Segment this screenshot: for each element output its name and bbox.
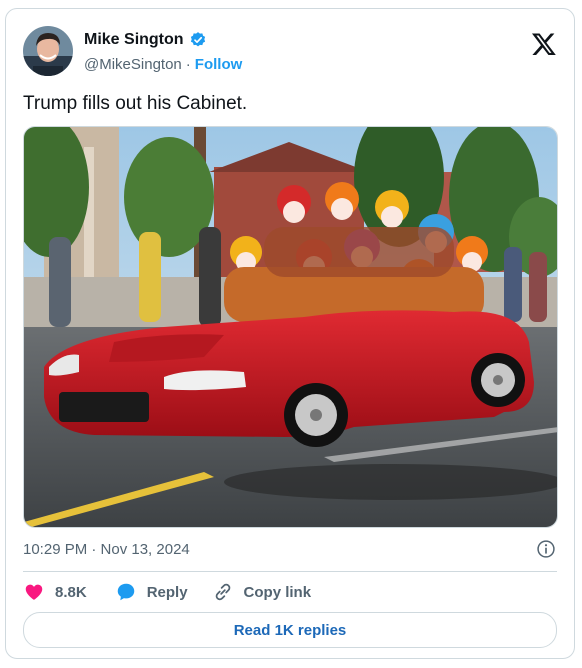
tweet-media-image[interactable]: [23, 126, 558, 528]
action-bar: 8.8K Reply Copy link: [23, 581, 311, 603]
speech-bubble-icon: [117, 583, 134, 601]
x-logo-icon[interactable]: [531, 31, 557, 57]
divider: [23, 571, 557, 572]
heart-icon: [25, 584, 43, 600]
copy-link-button[interactable]: Copy link: [212, 581, 312, 603]
reply-label: Reply: [146, 583, 188, 601]
verified-badge-icon: [190, 32, 205, 47]
follow-button[interactable]: Follow: [195, 56, 243, 73]
link-icon: [215, 583, 230, 601]
read-replies-button[interactable]: Read 1K replies: [23, 612, 557, 648]
avatar[interactable]: [23, 26, 73, 76]
tweet-card: Mike Sington @MikeSington · Follow Trump…: [5, 8, 575, 659]
tweet-text: Trump fills out his Cabinet.: [23, 93, 248, 114]
handle-separator: ·: [185, 56, 191, 73]
like-count: 8.8K: [55, 583, 87, 601]
copy-link-label: Copy link: [243, 583, 312, 601]
author-handle[interactable]: @MikeSington: [84, 56, 182, 73]
reply-button[interactable]: Reply: [115, 581, 188, 603]
like-button[interactable]: 8.8K: [23, 581, 87, 603]
info-icon[interactable]: [536, 539, 556, 559]
author-name[interactable]: Mike Sington: [84, 31, 184, 49]
tweet-timestamp[interactable]: 10:29 PM · Nov 13, 2024: [23, 541, 190, 558]
